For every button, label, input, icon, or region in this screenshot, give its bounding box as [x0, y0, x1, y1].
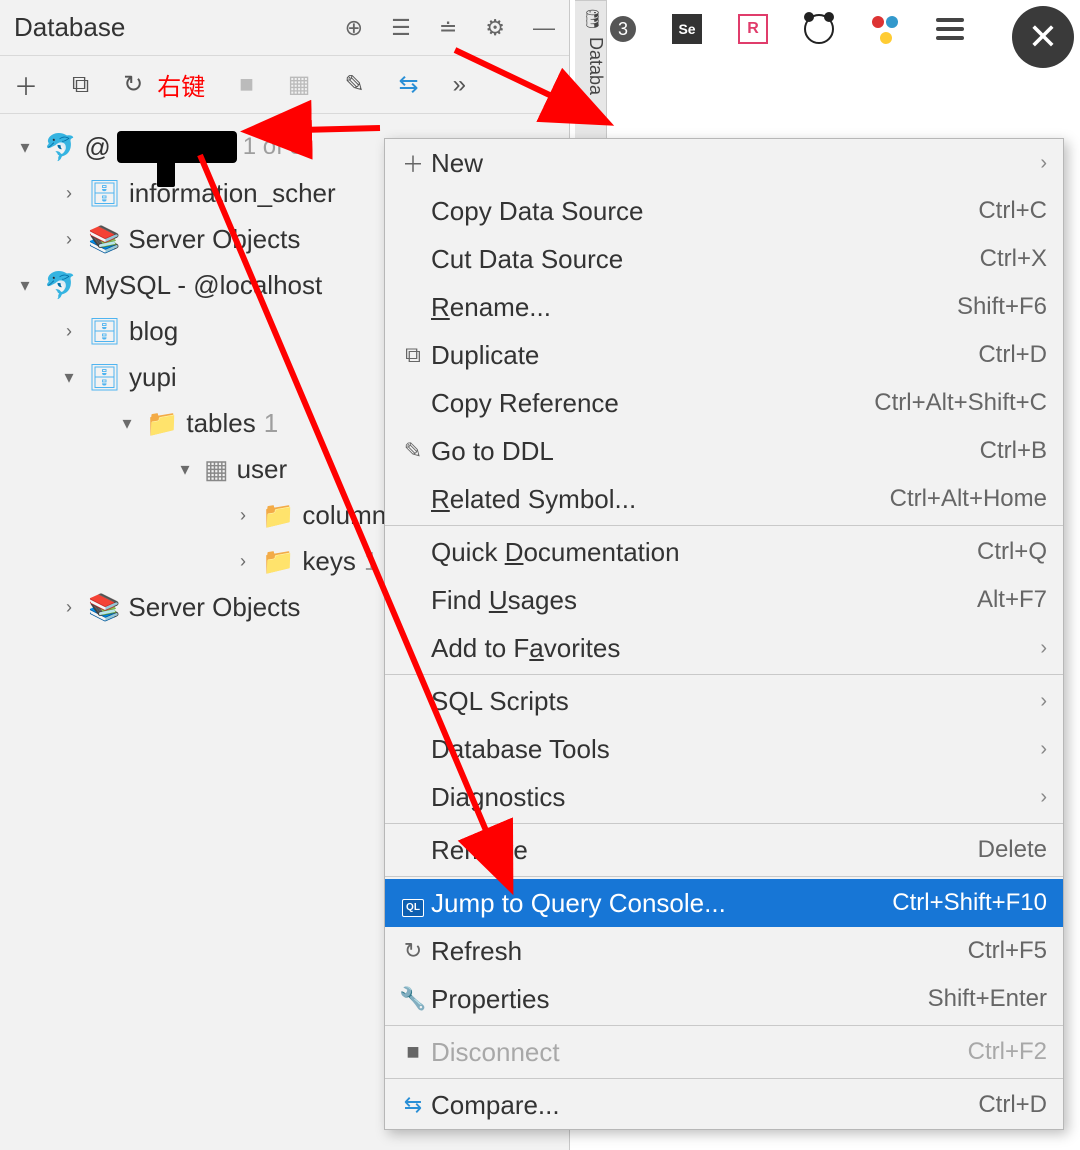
submenu-icon: ›	[1040, 738, 1047, 761]
folder-icon: 📁	[146, 400, 178, 446]
compare-icon: ⇆	[395, 1092, 431, 1118]
hamburger-icon[interactable]	[936, 18, 964, 40]
datasource-count: 1 of 3	[243, 124, 303, 170]
selenium-icon[interactable]: Se	[672, 14, 702, 44]
menu-separator	[385, 525, 1063, 526]
panel-toolbar: ＋ ⧉ ↻ 右键 ■ ▦ ✎ ⇆ »	[0, 56, 569, 114]
submenu-icon: ›	[1040, 690, 1047, 713]
target-icon[interactable]: ⊕	[345, 15, 363, 41]
edit-icon[interactable]: ✎	[344, 70, 364, 99]
folder-icon: 📁	[262, 492, 294, 538]
wrench-icon: 🔧	[395, 986, 431, 1012]
table-icon[interactable]: ▦	[288, 70, 311, 99]
collapse-all-icon[interactable]: ≐	[439, 15, 457, 41]
menu-database-tools[interactable]: Database Tools›	[385, 725, 1063, 773]
panel-title: Database	[14, 12, 345, 43]
context-menu: ＋New› Copy Data SourceCtrl+C Cut Data So…	[384, 138, 1064, 1130]
database-icon: 🛢	[581, 9, 604, 30]
schema-icon: 🗄	[88, 308, 121, 354]
schema-icon: 🗄	[88, 170, 121, 216]
panel-titlebar: Database ⊕ ☰ ≐ ⚙ —	[0, 0, 569, 56]
menu-go-to-ddl[interactable]: ✎Go to DDLCtrl+B	[385, 427, 1063, 475]
redacted-name	[117, 131, 237, 163]
menu-sql-scripts[interactable]: SQL Scripts›	[385, 677, 1063, 725]
menu-compare[interactable]: ⇆Compare...Ctrl+D	[385, 1081, 1063, 1129]
mysql-icon: 🐬	[44, 124, 76, 170]
menu-remove[interactable]: RemoveDelete	[385, 826, 1063, 874]
database-side-tab[interactable]: 🛢 Databa	[575, 0, 607, 160]
annotation-rightclick: 右键	[157, 67, 205, 102]
menu-jump-to-query-console[interactable]: QLJump to Query Console...Ctrl+Shift+F10	[385, 879, 1063, 927]
close-icon[interactable]: ✕	[1012, 6, 1074, 68]
table-icon: ▦	[204, 446, 229, 492]
menu-copy-reference[interactable]: Copy ReferenceCtrl+Alt+Shift+C	[385, 379, 1063, 427]
menu-disconnect: ■DisconnectCtrl+F2	[385, 1028, 1063, 1076]
ql-icon: QL	[402, 899, 424, 917]
menu-duplicate[interactable]: ⧉DuplicateCtrl+D	[385, 331, 1063, 379]
menu-refresh[interactable]: ↻RefreshCtrl+F5	[385, 927, 1063, 975]
browser-top-row: 3 Se R	[610, 14, 964, 44]
minimize-icon[interactable]: —	[533, 15, 555, 41]
duplicate-icon: ⧉	[395, 342, 431, 368]
add-icon[interactable]: ＋	[14, 67, 38, 102]
submenu-icon: ›	[1040, 637, 1047, 660]
menu-separator	[385, 1025, 1063, 1026]
panda-icon[interactable]	[804, 14, 834, 44]
menu-separator	[385, 823, 1063, 824]
submenu-icon: ›	[1040, 152, 1047, 175]
menu-diagnostics[interactable]: Diagnostics›	[385, 773, 1063, 821]
mysql-icon: 🐬	[44, 262, 76, 308]
schema-icon: 🗄	[88, 354, 121, 400]
duplicate-icon[interactable]: ⧉	[72, 71, 89, 99]
menu-copy-data-source[interactable]: Copy Data SourceCtrl+C	[385, 187, 1063, 235]
expand-all-icon[interactable]: ☰	[391, 15, 411, 41]
plus-icon: ＋	[395, 147, 431, 179]
count-badge[interactable]: 3	[610, 16, 636, 42]
pencil-icon: ✎	[395, 438, 431, 464]
refresh-icon[interactable]: ↻	[123, 70, 143, 99]
gear-icon[interactable]: ⚙	[485, 15, 505, 41]
menu-cut-data-source[interactable]: Cut Data SourceCtrl+X	[385, 235, 1063, 283]
menu-properties[interactable]: 🔧PropertiesShift+Enter	[385, 975, 1063, 1023]
balls-icon[interactable]	[870, 14, 900, 44]
menu-add-to-favorites[interactable]: Add to Favorites›	[385, 624, 1063, 672]
refresh-icon: ↻	[395, 938, 431, 964]
r-icon[interactable]: R	[738, 14, 768, 44]
menu-separator	[385, 876, 1063, 877]
stop-icon[interactable]: ■	[239, 71, 254, 99]
server-objects-icon: 📚	[88, 216, 120, 262]
menu-rename[interactable]: Rename...Shift+F6	[385, 283, 1063, 331]
more-icon[interactable]: »	[453, 71, 466, 99]
menu-find-usages[interactable]: Find UsagesAlt+F7	[385, 576, 1063, 624]
menu-separator	[385, 674, 1063, 675]
menu-new[interactable]: ＋New›	[385, 139, 1063, 187]
menu-separator	[385, 1078, 1063, 1079]
server-objects-icon: 📚	[88, 584, 120, 630]
submenu-icon: ›	[1040, 786, 1047, 809]
folder-icon: 📁	[262, 538, 294, 584]
stop-icon: ■	[395, 1039, 431, 1065]
menu-quick-doc[interactable]: Quick DocumentationCtrl+Q	[385, 528, 1063, 576]
menu-related-symbol[interactable]: Related Symbol...Ctrl+Alt+Home	[385, 475, 1063, 523]
compare-icon[interactable]: ⇆	[399, 70, 419, 99]
